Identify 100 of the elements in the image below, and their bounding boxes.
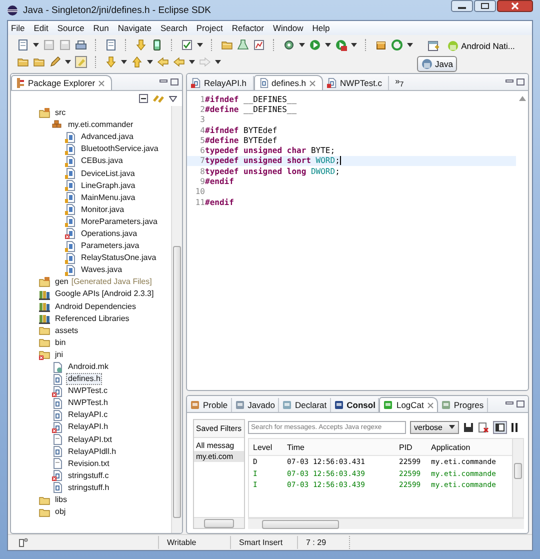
column-header[interactable]: Time bbox=[283, 442, 395, 452]
tree-item[interactable]: DeviceList.java bbox=[79, 168, 137, 180]
menu-item[interactable]: Source bbox=[57, 23, 84, 33]
menu-item[interactable]: Search bbox=[160, 23, 188, 33]
tree-item[interactable]: gen [Generated Java Files] bbox=[53, 276, 154, 288]
tree-item[interactable]: libs bbox=[53, 494, 70, 506]
tree-item[interactable]: stringstuff.c bbox=[66, 470, 111, 482]
menu-item[interactable]: Window bbox=[272, 23, 304, 33]
column-header[interactable]: PID bbox=[395, 442, 427, 452]
menu-item[interactable]: Refactor bbox=[232, 23, 264, 33]
tree-item[interactable]: assets bbox=[53, 324, 80, 337]
tree-item[interactable]: obj bbox=[53, 506, 68, 518]
arrow-left-icon[interactable] bbox=[173, 56, 185, 68]
close-icon[interactable] bbox=[309, 80, 316, 86]
run-icon[interactable] bbox=[309, 39, 321, 51]
caret-icon[interactable] bbox=[351, 43, 357, 47]
column-header[interactable]: Level bbox=[249, 442, 283, 452]
pause-icon[interactable] bbox=[511, 422, 518, 432]
package-explorer-tab[interactable]: Package Explorer bbox=[11, 75, 112, 90]
maximize-button[interactable] bbox=[474, 0, 496, 12]
collapse-all-icon[interactable] bbox=[138, 93, 149, 104]
caret-icon[interactable] bbox=[33, 43, 39, 47]
pen-icon[interactable] bbox=[49, 56, 61, 68]
arrow-left-icon[interactable] bbox=[157, 56, 169, 68]
scroll-bar[interactable] bbox=[171, 106, 182, 533]
caret-icon[interactable] bbox=[325, 43, 331, 47]
view-tab[interactable]: Javado bbox=[232, 398, 279, 412]
box-icon[interactable] bbox=[375, 39, 387, 51]
tree-item[interactable]: Waves.java bbox=[79, 264, 124, 276]
caret-icon[interactable] bbox=[65, 60, 71, 64]
chart-icon[interactable] bbox=[253, 39, 265, 51]
tree-item[interactable]: src bbox=[53, 107, 68, 120]
printer-icon[interactable] bbox=[75, 39, 87, 51]
column-header[interactable]: Application bbox=[427, 442, 512, 452]
caret-icon[interactable] bbox=[147, 60, 153, 64]
menu-item[interactable]: Project bbox=[196, 23, 223, 33]
close-icon[interactable] bbox=[426, 402, 434, 408]
caret-icon[interactable] bbox=[407, 43, 413, 47]
tree-item[interactable]: defines.h bbox=[66, 373, 102, 386]
level-dropdown[interactable]: verbose bbox=[410, 420, 460, 434]
tree-item[interactable]: Parameters.java bbox=[79, 240, 142, 252]
view-menu-icon[interactable] bbox=[169, 96, 177, 102]
open-perspective-icon[interactable] bbox=[427, 40, 440, 52]
arrow-down-icon[interactable] bbox=[135, 39, 147, 51]
run-icon[interactable] bbox=[335, 39, 347, 51]
folder-icon[interactable] bbox=[17, 56, 29, 68]
tree-item[interactable]: BluetoothService.java bbox=[79, 143, 160, 156]
scroll-bar[interactable] bbox=[248, 518, 524, 529]
tree-item[interactable]: stringstuff.h bbox=[66, 482, 112, 494]
caret-icon[interactable] bbox=[215, 60, 221, 64]
tree-item[interactable]: NWPTest.c bbox=[66, 385, 110, 398]
view-tab[interactable]: Proble bbox=[187, 398, 232, 412]
toggle-panel-icon[interactable] bbox=[493, 420, 508, 434]
maximize-icon[interactable] bbox=[170, 78, 179, 86]
tree-item[interactable]: RelayAPI.txt bbox=[66, 434, 114, 446]
tree-item[interactable]: my.eti.commander bbox=[66, 119, 136, 132]
tree-item[interactable]: Revision.txt bbox=[66, 458, 112, 470]
view-tab[interactable]: Progres bbox=[438, 398, 488, 412]
arrow-down-icon[interactable] bbox=[105, 56, 117, 68]
editor-tab[interactable]: RelayAPI.h bbox=[187, 76, 254, 90]
tree-item[interactable]: MainMenu.java bbox=[79, 192, 138, 204]
tree-item[interactable]: Android.mk bbox=[66, 361, 110, 374]
tree-item[interactable]: MoreParameters.java bbox=[79, 216, 160, 228]
tree-item[interactable]: jni bbox=[53, 348, 66, 361]
menu-item[interactable]: File bbox=[11, 23, 25, 33]
editor-tab[interactable]: NWPTest.c bbox=[323, 76, 390, 90]
caret-icon[interactable] bbox=[299, 43, 305, 47]
page-icon[interactable] bbox=[105, 39, 117, 51]
view-tab[interactable]: Declarat bbox=[279, 398, 331, 412]
tree-item[interactable]: Referenced Libraries bbox=[53, 312, 132, 325]
folder-icon[interactable] bbox=[221, 39, 233, 51]
tree-item[interactable]: RelayAPI.h bbox=[66, 421, 110, 434]
tree-item[interactable]: RelayStatusOne.java bbox=[79, 252, 158, 264]
checkbox-icon[interactable] bbox=[181, 39, 193, 51]
clear-log-icon[interactable] bbox=[478, 422, 490, 432]
tree-item[interactable]: Google APIs [Android 2.3.3] bbox=[53, 288, 156, 300]
tree-item[interactable]: RelayAPIdll.h bbox=[66, 446, 118, 458]
menu-item[interactable]: Navigate bbox=[118, 23, 152, 33]
view-tab[interactable]: LogCat bbox=[379, 397, 438, 412]
tree-item[interactable]: Android Dependencies bbox=[53, 300, 138, 313]
tree-item[interactable]: bin bbox=[53, 336, 68, 349]
beaker-icon[interactable] bbox=[237, 39, 249, 51]
arrow-up-icon[interactable] bbox=[131, 56, 143, 68]
caret-icon[interactable] bbox=[197, 43, 203, 47]
scroll-up-icon[interactable] bbox=[518, 96, 526, 101]
close-icon[interactable] bbox=[98, 80, 106, 86]
menu-item[interactable]: Help bbox=[312, 23, 330, 33]
maximize-icon[interactable] bbox=[516, 400, 525, 408]
tree-item[interactable]: Advanced.java bbox=[79, 131, 136, 144]
save-icon[interactable] bbox=[463, 422, 474, 432]
new-file-icon[interactable] bbox=[17, 39, 29, 51]
perspective-button[interactable]: Java bbox=[417, 56, 457, 72]
tree-item[interactable]: CEBus.java bbox=[79, 155, 125, 168]
close-button[interactable] bbox=[497, 0, 533, 12]
tree-item[interactable]: RelayAPI.c bbox=[66, 409, 110, 422]
editor-tab[interactable]: defines.h bbox=[254, 75, 324, 90]
maximize-icon[interactable] bbox=[516, 78, 525, 86]
refresh-icon[interactable] bbox=[391, 39, 403, 51]
highlight-icon[interactable] bbox=[75, 56, 87, 68]
minimize-button[interactable] bbox=[451, 0, 473, 12]
